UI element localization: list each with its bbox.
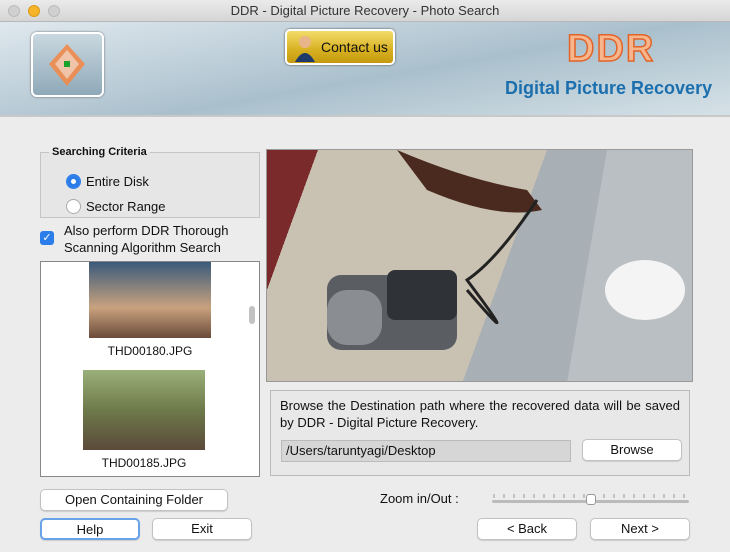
contact-us-button[interactable]: Contact us: [285, 29, 395, 65]
destination-instructions: Browse the Destination path where the re…: [280, 398, 680, 430]
close-window-button[interactable]: [8, 5, 20, 17]
zoom-window-button[interactable]: [48, 5, 60, 17]
next-button[interactable]: Next >: [590, 518, 690, 540]
open-containing-folder-button[interactable]: Open Containing Folder: [40, 489, 228, 511]
slider-knob[interactable]: [585, 494, 596, 505]
radio-label: Entire Disk: [86, 174, 149, 189]
list-item[interactable]: THD00180.JPG: [89, 262, 211, 358]
window-title: DDR - Digital Picture Recovery - Photo S…: [230, 3, 500, 18]
logo-icon: [49, 44, 85, 86]
preview-image: [266, 149, 693, 382]
zoom-slider[interactable]: [492, 494, 689, 506]
radio-label: Sector Range: [86, 199, 166, 214]
camcorder-photo: [327, 150, 692, 381]
exit-button[interactable]: Exit: [152, 518, 252, 540]
help-button[interactable]: Help: [40, 518, 140, 540]
app-logo: [31, 32, 104, 97]
product-name: Digital Picture Recovery: [505, 78, 713, 98]
group-label: Searching Criteria: [52, 146, 147, 158]
browse-button[interactable]: Browse: [582, 439, 682, 461]
thumbnail-image: [89, 262, 211, 338]
list-item[interactable]: THD00185.JPG: [83, 370, 205, 470]
back-button[interactable]: < Back: [477, 518, 577, 540]
checkbox-label: Also perform DDR Thorough Scanning Algor…: [64, 223, 229, 255]
title-bar: DDR - Digital Picture Recovery - Photo S…: [0, 0, 730, 22]
minimize-window-button[interactable]: [28, 5, 40, 17]
radio-sector-range[interactable]: Sector Range: [66, 199, 166, 214]
searching-criteria-group: Searching Criteria Entire Disk Sector Ra…: [40, 146, 260, 218]
checkmark-icon: ✓: [40, 231, 54, 245]
person-icon: [295, 36, 315, 62]
thorough-scan-checkbox[interactable]: ✓ Also perform DDR Thorough Scanning Alg…: [40, 222, 249, 256]
thumbnail-image: [83, 370, 205, 450]
thumbnail-filename: THD00185.JPG: [101, 456, 187, 470]
contact-us-label: Contact us: [321, 39, 388, 55]
header-banner: Contact us DDR Digital Picture Recovery: [0, 22, 730, 117]
destination-panel: Browse the Destination path where the re…: [270, 390, 690, 476]
radio-entire-disk[interactable]: Entire Disk: [66, 174, 149, 189]
zoom-label: Zoom in/Out :: [380, 491, 459, 506]
brand-logo-text: DDR: [566, 27, 656, 71]
destination-path-field[interactable]: /Users/taruntyagi/Desktop: [281, 440, 571, 462]
radio-unselected-icon: [66, 199, 81, 214]
scrollbar-thumb[interactable]: [249, 306, 255, 324]
radio-selected-icon: [66, 174, 81, 189]
thumbnail-filename: THD00180.JPG: [107, 344, 193, 358]
thumbnail-list[interactable]: THD00180.JPG THD00185.JPG: [40, 261, 260, 477]
